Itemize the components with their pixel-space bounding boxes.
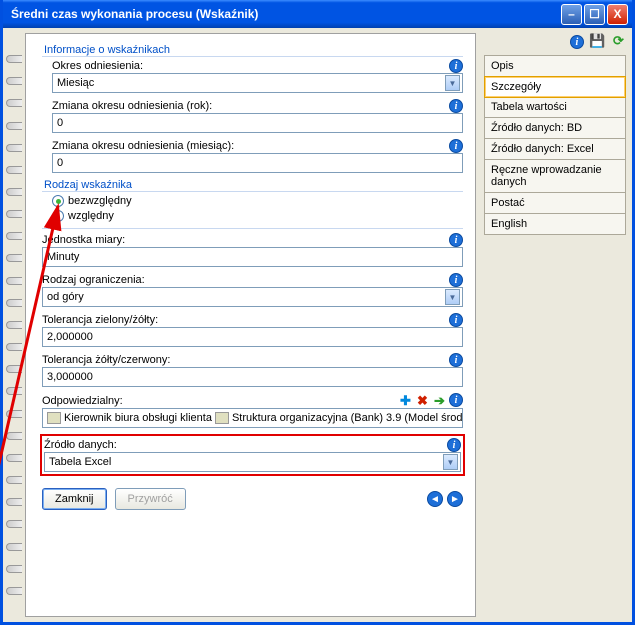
- nav-next-button[interactable]: ►: [447, 491, 463, 507]
- offset-year-label: Zmiana okresu odniesienia (rok):: [52, 100, 449, 112]
- info-icon[interactable]: i: [447, 438, 461, 452]
- tolerance-gy-input[interactable]: 2,000000: [42, 327, 463, 347]
- chevron-down-icon: ▼: [445, 289, 460, 305]
- tab-opis[interactable]: Opis: [485, 56, 625, 77]
- responsible-label: Odpowiedzialny:: [42, 395, 398, 407]
- info-icon[interactable]: i: [449, 313, 463, 327]
- radio-relative[interactable]: względny: [42, 210, 463, 222]
- right-panel: i 💾 ⟳ Opis Szczegóły Tabela wartości Źró…: [478, 28, 632, 622]
- remove-icon[interactable]: ✖: [415, 393, 430, 408]
- tab-reczne-wprowadzanie[interactable]: Ręczne wprowadzanie danych: [485, 160, 625, 193]
- tolerance-yr-label: Tolerancja żółty/czerwony:: [42, 354, 449, 366]
- window-minimize-button[interactable]: –: [561, 4, 582, 25]
- titlebar: Średni czas wykonania procesu (Wskaźnik)…: [3, 0, 632, 28]
- info-icon[interactable]: i: [449, 233, 463, 247]
- ref-period-label: Okres odniesienia:: [52, 60, 449, 72]
- tab-english[interactable]: English: [485, 214, 625, 234]
- offset-month-input[interactable]: 0: [52, 153, 463, 173]
- info-icon[interactable]: i: [570, 35, 584, 49]
- radio-absolute[interactable]: bezwzględny: [42, 195, 463, 207]
- offset-month-label: Zmiana okresu odniesienia (miesiąc):: [52, 140, 449, 152]
- save-icon[interactable]: 💾: [590, 33, 605, 48]
- constraint-label: Rodzaj ograniczenia:: [42, 274, 449, 286]
- window-title: Średni czas wykonania procesu (Wskaźnik): [11, 7, 559, 21]
- offset-year-input[interactable]: 0: [52, 113, 463, 133]
- org-icon: [215, 412, 229, 424]
- radio-icon: [52, 210, 64, 222]
- restore-button[interactable]: Przywróć: [115, 488, 186, 510]
- right-tabs: Opis Szczegóły Tabela wartości Źródło da…: [484, 55, 626, 235]
- info-icon[interactable]: i: [449, 99, 463, 113]
- tab-szczegoly[interactable]: Szczegóły: [484, 76, 626, 98]
- tab-zrodlo-excel[interactable]: Źródło danych: Excel: [485, 139, 625, 160]
- window-maximize-button[interactable]: ☐: [584, 4, 605, 25]
- chevron-down-icon: ▼: [443, 454, 458, 470]
- tab-postac[interactable]: Postać: [485, 193, 625, 214]
- info-icon[interactable]: i: [449, 273, 463, 287]
- ref-period-select[interactable]: Miesiąc ▼: [52, 73, 463, 93]
- person-icon: [47, 412, 61, 424]
- info-icon[interactable]: i: [449, 353, 463, 367]
- chevron-down-icon: ▼: [445, 75, 460, 91]
- unit-input[interactable]: Minuty: [42, 247, 463, 267]
- info-icon[interactable]: i: [449, 393, 463, 407]
- info-icon[interactable]: i: [449, 139, 463, 153]
- close-button[interactable]: Zamknij: [42, 488, 107, 510]
- info-icon[interactable]: i: [449, 59, 463, 73]
- data-source-label: Źródło danych:: [44, 439, 447, 451]
- unit-label: Jednostka miary:: [42, 234, 449, 246]
- radio-icon: [52, 195, 64, 207]
- highlight-annotation: Źródło danych: i Tabela Excel ▼: [40, 434, 465, 476]
- goto-icon[interactable]: ➔: [432, 393, 447, 408]
- tolerance-gy-label: Tolerancja zielony/żółty:: [42, 314, 449, 326]
- tab-zrodlo-bd[interactable]: Źródło danych: BD: [485, 118, 625, 139]
- constraint-select[interactable]: od góry ▼: [42, 287, 463, 307]
- spiral-binding: [3, 28, 25, 622]
- add-icon[interactable]: ✚: [398, 393, 413, 408]
- main-form: Informacje o wskaźnikach Okres odniesien…: [25, 33, 476, 617]
- section-info-label: Informacje o wskaźnikach: [42, 44, 463, 57]
- responsible-value[interactable]: Kierownik biura obsługi klienta Struktur…: [42, 408, 463, 428]
- tab-tabela-wartosci[interactable]: Tabela wartości: [485, 97, 625, 118]
- window-close-button[interactable]: X: [607, 4, 628, 25]
- nav-prev-button[interactable]: ◄: [427, 491, 443, 507]
- section-type-label: Rodzaj wskaźnika: [42, 179, 463, 192]
- tolerance-yr-input[interactable]: 3,000000: [42, 367, 463, 387]
- data-source-select[interactable]: Tabela Excel ▼: [44, 452, 461, 472]
- refresh-icon[interactable]: ⟳: [611, 33, 626, 48]
